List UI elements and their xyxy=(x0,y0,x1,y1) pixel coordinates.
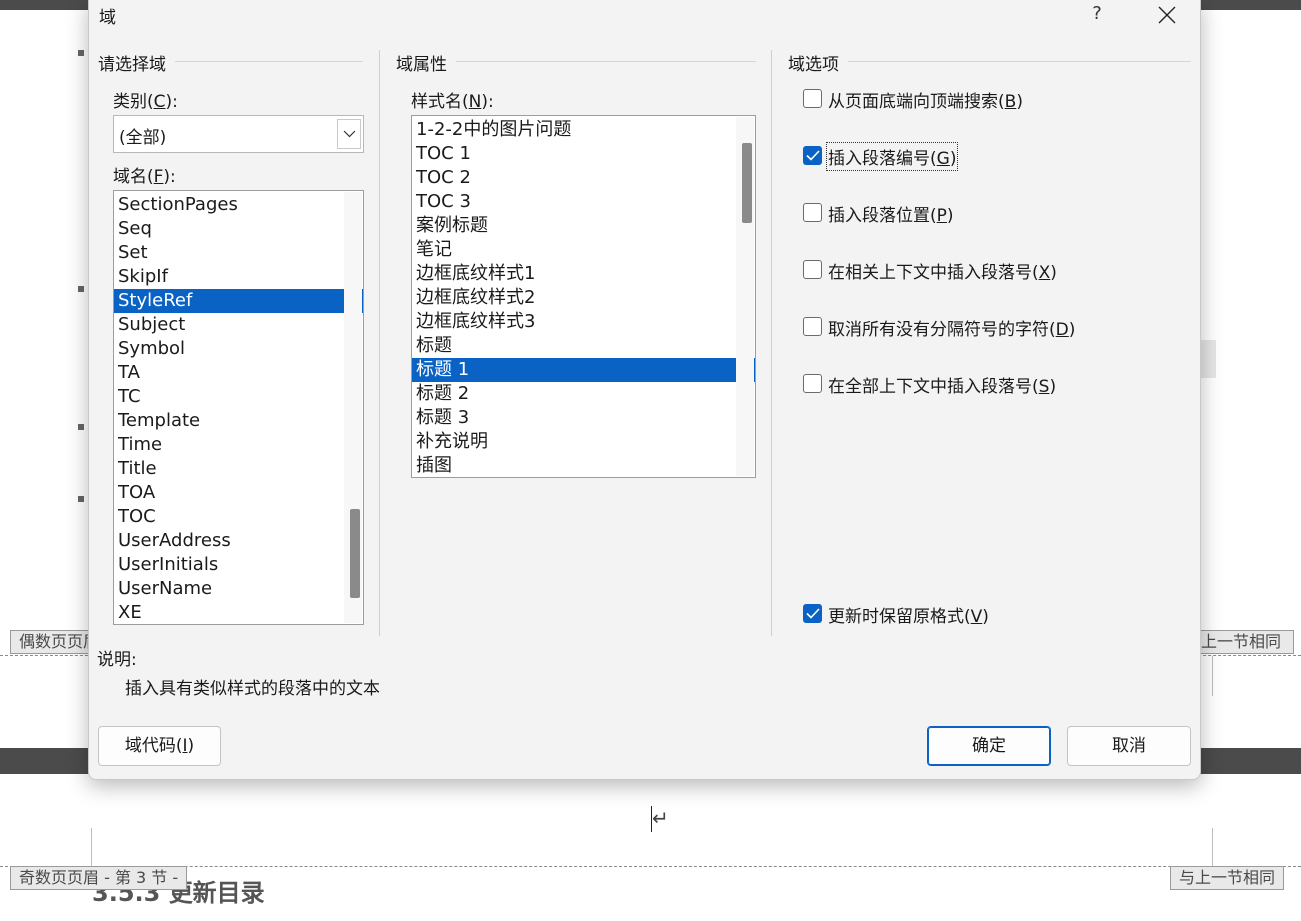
same-as-previous-tag: 上一节相同 xyxy=(1196,630,1294,654)
field-list-item[interactable]: TOA xyxy=(114,481,363,505)
style-list-item[interactable]: 边框底纹样式1 xyxy=(412,262,755,286)
insert-paragraph-number-option-label: 插入段落编号(G) xyxy=(825,142,959,171)
checkbox-unchecked-icon[interactable] xyxy=(803,317,822,336)
style-list-item[interactable]: 标题 3 xyxy=(412,406,755,430)
checkbox-unchecked-icon[interactable] xyxy=(803,260,822,279)
field-options-section-title: 域选项 xyxy=(788,55,839,75)
suppress-non-delimiter-chars-option-label: 取消所有没有分隔符号的字符(D) xyxy=(828,320,1076,340)
even-header-tag: 偶数页页眉 xyxy=(10,630,92,654)
bullet-mark xyxy=(78,50,84,56)
insert-full-context-paragraph-number-option-label: 在全部上下文中插入段落号(S) xyxy=(828,377,1057,397)
style-list-item[interactable]: TOC 1 xyxy=(412,142,755,166)
style-list-item[interactable]: 补充说明 xyxy=(412,430,755,454)
field-list-item[interactable]: UserName xyxy=(114,577,363,601)
insert-relative-paragraph-number-option-label: 在相关上下文中插入段落号(X) xyxy=(828,263,1057,283)
style-list-item[interactable]: 插图 xyxy=(412,454,755,477)
section-rule xyxy=(848,61,1191,62)
style-list-item[interactable]: 标题 xyxy=(412,334,755,358)
margin-line xyxy=(1212,656,1213,696)
field-list-item[interactable]: Seq xyxy=(114,217,363,241)
dialog-titlebar: 域 ? xyxy=(89,0,1200,34)
style-list-item[interactable]: TOC 3 xyxy=(412,190,755,214)
style-list-item[interactable]: 边框底纹样式2 xyxy=(412,286,755,310)
checkbox-unchecked-icon[interactable] xyxy=(803,89,822,108)
column-separator xyxy=(771,50,772,636)
field-list-item[interactable]: TC xyxy=(114,385,363,409)
close-icon xyxy=(1158,6,1176,24)
close-button[interactable] xyxy=(1144,0,1190,30)
style-name-label: 样式名(N): xyxy=(411,92,494,112)
style-list-item[interactable]: 标题 2 xyxy=(412,382,755,406)
section-rule xyxy=(456,61,756,62)
same-as-previous-tag: 与上一节相同 xyxy=(1170,866,1285,890)
field-codes-button[interactable]: 域代码(I) xyxy=(98,726,221,766)
style-list-item[interactable]: 笔记 xyxy=(412,238,755,262)
column-separator xyxy=(379,50,380,636)
checkbox-unchecked-icon[interactable] xyxy=(803,374,822,393)
help-button[interactable]: ? xyxy=(1075,0,1119,30)
style-list-item[interactable]: TOC 2 xyxy=(412,166,755,190)
section-rule xyxy=(175,61,363,62)
field-list-item[interactable]: Subject xyxy=(114,313,363,337)
doc-shading xyxy=(1200,340,1216,378)
checkbox-checked-icon[interactable] xyxy=(803,604,822,623)
field-dialog: 域 ? 请选择域 类别(C): (全部) 域名(F): SectionPages… xyxy=(88,0,1201,780)
field-list-item[interactable]: Template xyxy=(114,409,363,433)
field-list-item-selected[interactable]: StyleRef xyxy=(114,289,363,313)
field-list-item[interactable]: UserInitials xyxy=(114,553,363,577)
field-list-item[interactable]: TA xyxy=(114,361,363,385)
field-list-scroll-thumb[interactable] xyxy=(350,509,360,598)
field-list-item[interactable]: XE xyxy=(114,601,363,624)
insert-paragraph-position-option-label: 插入段落位置(P) xyxy=(828,206,954,226)
field-list-scrollbar[interactable] xyxy=(344,192,362,623)
bullet-mark xyxy=(78,424,84,430)
margin-line xyxy=(91,828,92,866)
category-select[interactable]: (全部) xyxy=(113,115,364,153)
style-list-scroll-thumb[interactable] xyxy=(742,143,752,223)
bullet-mark xyxy=(78,496,84,502)
checkbox-unchecked-icon[interactable] xyxy=(803,203,822,222)
category-select-value: (全部) xyxy=(119,128,167,148)
checkbox-checked-icon[interactable] xyxy=(803,146,822,165)
style-names-list[interactable]: 1-2-2中的图片问题 TOC 1 TOC 2 TOC 3 案例标题 笔记 边框底纹样式1 边… xyxy=(411,115,756,478)
bullet-mark xyxy=(78,286,84,292)
style-list-scrollbar[interactable] xyxy=(736,117,754,476)
field-list-item[interactable]: UserAddress xyxy=(114,529,363,553)
category-label: 类别(C): xyxy=(113,92,178,112)
style-list-item[interactable]: 1-2-2中的图片问题 xyxy=(412,118,755,142)
style-list-item[interactable]: 案例标题 xyxy=(412,214,755,238)
dialog-title: 域 xyxy=(99,8,116,28)
field-list-item[interactable]: Title xyxy=(114,457,363,481)
odd-header-boundary xyxy=(0,866,1301,867)
field-list-item[interactable]: SkipIf xyxy=(114,265,363,289)
ok-button[interactable]: 确定 xyxy=(927,726,1051,766)
cancel-button[interactable]: 取消 xyxy=(1067,726,1191,766)
field-list-item[interactable]: TOC xyxy=(114,505,363,529)
margin-line xyxy=(1212,828,1213,866)
style-list-item[interactable]: 边框底纹样式3 xyxy=(412,310,755,334)
search-bottom-to-top-option-label: 从页面底端向顶端搜索(B) xyxy=(828,92,1023,112)
field-list-item[interactable]: Time xyxy=(114,433,363,457)
style-list-item-selected[interactable]: 标题 1 xyxy=(412,358,755,382)
field-names-label: 域名(F): xyxy=(113,167,176,187)
odd-header-tag: 奇数页页眉 - 第 3 节 - xyxy=(10,866,188,890)
preserve-formatting-option-label: 更新时保留原格式(V) xyxy=(828,607,989,627)
field-names-list[interactable]: SectionPages Seq Set SkipIf StyleRef Subject S… xyxy=(113,190,364,625)
description-title: 说明: xyxy=(97,650,137,670)
description-text: 插入具有类似样式的段落中的文本 xyxy=(125,679,380,699)
field-list-item[interactable]: Set xyxy=(114,241,363,265)
paragraph-mark-icon: ↵ xyxy=(652,806,669,830)
field-properties-section-title: 域属性 xyxy=(396,55,447,75)
select-field-section-title: 请选择域 xyxy=(98,55,166,75)
category-dropdown-button[interactable] xyxy=(337,119,361,149)
chevron-down-icon xyxy=(343,130,356,138)
field-list-item[interactable]: SectionPages xyxy=(114,193,363,217)
field-list-item[interactable]: Symbol xyxy=(114,337,363,361)
